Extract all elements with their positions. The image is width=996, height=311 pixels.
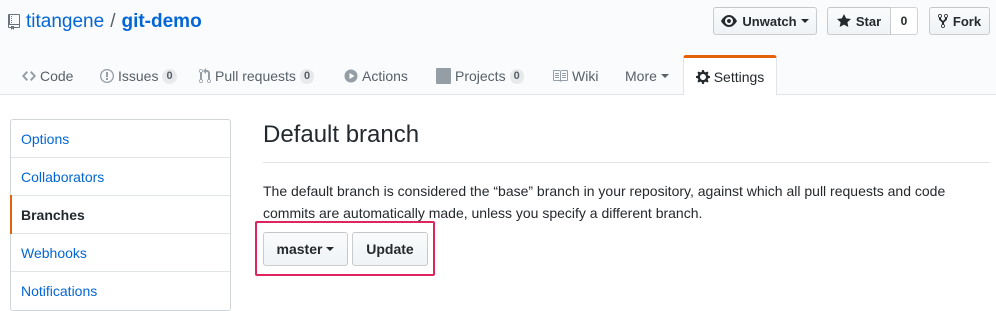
tab-more[interactable]: More: [625, 57, 669, 95]
gear-icon: [695, 69, 714, 85]
fork-button[interactable]: Fork: [929, 7, 990, 35]
tab-label: Actions: [362, 68, 408, 84]
highlight-box: [255, 221, 435, 276]
fork-icon: [937, 13, 953, 29]
sidebar-item-options[interactable]: Options: [11, 120, 230, 158]
chevron-down-icon: [800, 19, 809, 23]
tab-wiki[interactable]: Wiki: [552, 57, 598, 95]
tab-counter: 0: [162, 68, 177, 84]
tab-projects[interactable]: Projects 0: [436, 57, 524, 95]
sidebar-item-branches[interactable]: Branches: [10, 195, 230, 234]
star-count[interactable]: 0: [891, 7, 918, 35]
play-icon: [344, 68, 362, 84]
repo-title: titangene / git-demo: [8, 9, 202, 35]
page-title: Default branch: [263, 121, 420, 148]
sidebar-item-webhooks[interactable]: Webhooks: [11, 234, 230, 272]
tab-code[interactable]: Code: [22, 57, 73, 95]
tab-counter: 0: [509, 68, 524, 84]
star-button[interactable]: Star: [827, 7, 891, 35]
tab-label: Pull requests: [215, 68, 296, 84]
settings-sidebar-menu: Options Collaborators Branches Webhooks …: [10, 119, 231, 311]
tab-label: Code: [40, 68, 74, 84]
chevron-down-icon: [660, 74, 669, 78]
book-icon: [552, 68, 572, 84]
tab-actions[interactable]: Actions: [344, 57, 408, 95]
repo-icon: [8, 14, 20, 30]
tab-label: Wiki: [572, 68, 599, 84]
star-icon: [836, 13, 856, 29]
unwatch-label: Unwatch: [742, 13, 797, 29]
repo-owner-link[interactable]: titangene: [26, 11, 104, 33]
project-icon: [436, 68, 455, 84]
default-branch-description: The default branch is considered the “ba…: [263, 183, 946, 221]
tab-label: Settings: [713, 68, 765, 85]
pull-request-icon: [199, 68, 215, 84]
issue-icon: [100, 68, 118, 84]
star-label: Star: [855, 13, 882, 29]
unwatch-button[interactable]: Unwatch: [713, 7, 817, 35]
tab-settings[interactable]: Settings: [683, 55, 777, 95]
sidebar-item-notifications[interactable]: Notifications: [11, 272, 230, 310]
eye-icon: [721, 13, 742, 29]
section-divider: [263, 162, 990, 163]
sidebar-item-collaborators[interactable]: Collaborators: [11, 158, 230, 196]
code-icon: [22, 68, 40, 84]
tab-label: Projects: [455, 68, 506, 84]
tab-label: More: [625, 68, 657, 84]
tab-pull-requests[interactable]: Pull requests 0: [199, 57, 315, 95]
fork-label: Fork: [952, 13, 982, 29]
tab-label: Issues: [118, 68, 159, 84]
tab-counter: 0: [299, 68, 315, 84]
tab-issues[interactable]: Issues 0: [100, 57, 177, 95]
repo-name-link[interactable]: git-demo: [121, 11, 201, 33]
repo-path-separator: /: [110, 11, 116, 32]
